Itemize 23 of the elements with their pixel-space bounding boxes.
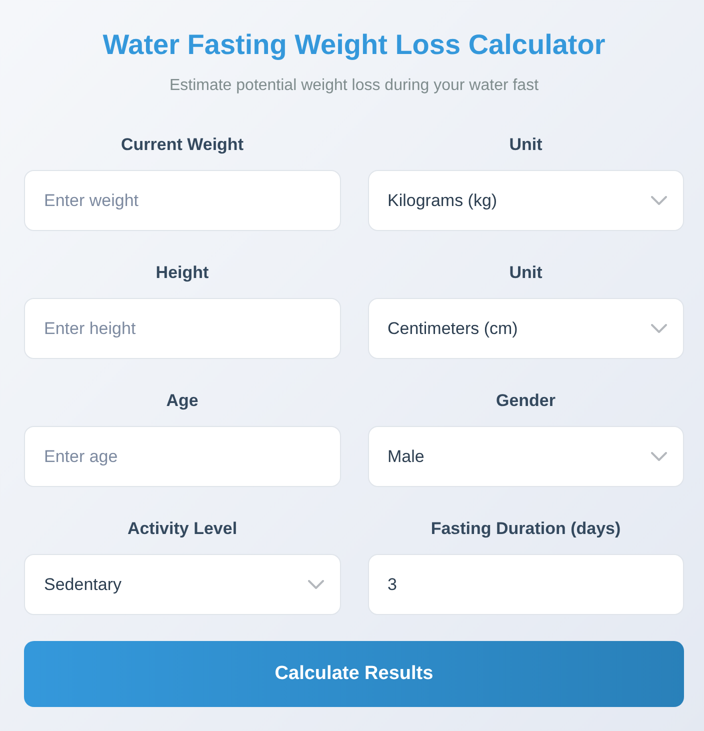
page-title: Water Fasting Weight Loss Calculator (102, 28, 606, 62)
input-field[interactable]: Enter height (24, 298, 340, 359)
chevron-down-icon (651, 452, 667, 461)
calculate-button[interactable]: Calculate Results (24, 641, 684, 707)
input-field[interactable]: Enter weight (24, 170, 340, 231)
field-label: Fasting Duration (days) (430, 519, 621, 539)
field-label: Height (156, 263, 209, 283)
field-label: Activity Level (127, 519, 238, 539)
chevron-down-icon (651, 196, 667, 205)
field-label: Gender (496, 391, 556, 411)
input-field[interactable]: Enter age (24, 426, 340, 487)
field-label: Current Weight (121, 135, 244, 155)
dropdown-select[interactable]: Centimeters (cm) (368, 298, 684, 359)
chevron-down-icon (651, 324, 667, 333)
dropdown-select[interactable]: Male (368, 426, 684, 487)
dropdown-select[interactable]: Sedentary (24, 554, 340, 615)
input-field[interactable]: 3 (368, 554, 684, 615)
chevron-down-icon (308, 580, 324, 589)
field-label: Unit (509, 263, 542, 283)
page-subtitle: Estimate potential weight loss during your water fast (169, 76, 539, 96)
field-label: Age (166, 391, 198, 411)
field-label: Unit (509, 135, 542, 155)
dropdown-select[interactable]: Kilograms (kg) (368, 170, 684, 231)
